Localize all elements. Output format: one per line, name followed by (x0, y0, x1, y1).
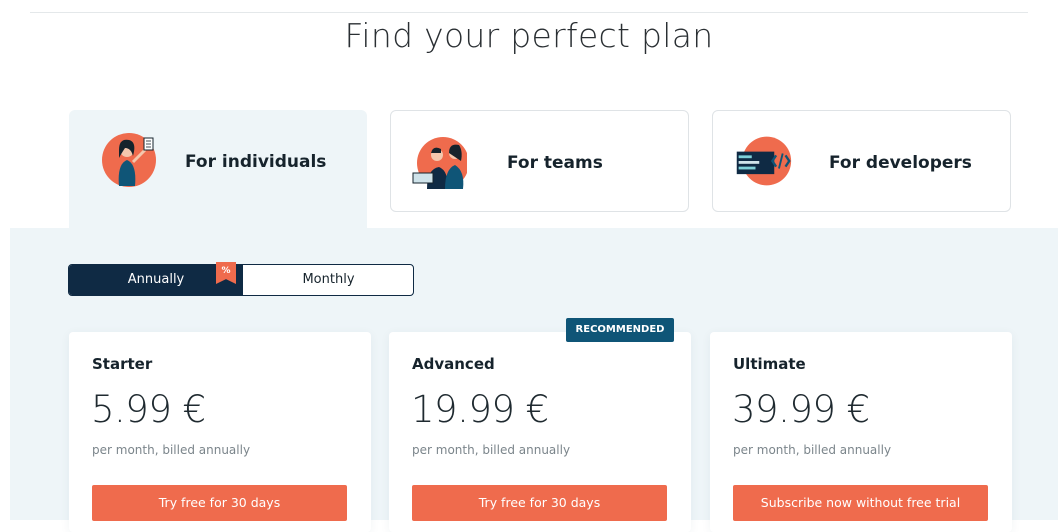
page-title: Find your perfect plan (344, 16, 714, 55)
developer-illustration-icon (736, 136, 792, 186)
plan-card-advanced: Advanced 19.99 € per month, billed annua… (389, 332, 691, 532)
plan-name: Ultimate (733, 355, 806, 373)
subscribe-now-button[interactable]: Subscribe now without free trial (733, 485, 988, 521)
recommended-badge: RECOMMENDED (566, 318, 674, 342)
tab-individuals[interactable]: For individuals (69, 110, 367, 230)
try-free-button[interactable]: Try free for 30 days (412, 485, 667, 521)
billing-toggle: Annually Monthly (68, 264, 414, 296)
tab-teams[interactable]: For teams (390, 110, 689, 212)
tab-label: For individuals (185, 152, 327, 172)
plan-card-starter: Starter 5.99 € per month, billed annuall… (69, 332, 371, 532)
plan-billing-note: per month, billed annually (412, 443, 571, 457)
plan-name: Advanced (412, 355, 495, 373)
try-free-button[interactable]: Try free for 30 days (92, 485, 347, 521)
tab-label: For teams (507, 153, 603, 173)
tab-label: For developers (829, 153, 972, 173)
team-illustration-icon (412, 137, 467, 189)
toggle-monthly[interactable]: Monthly (243, 265, 413, 295)
plan-price: 19.99 € (411, 388, 549, 431)
tab-developers[interactable]: For developers (712, 110, 1011, 212)
plan-price: 39.99 € (732, 388, 870, 431)
plan-price: 5.99 € (91, 388, 206, 431)
plan-card-ultimate: Ultimate 39.99 € per month, billed annua… (710, 332, 1012, 532)
top-divider (30, 12, 1028, 13)
individual-illustration-icon (102, 133, 156, 187)
plan-name: Starter (92, 355, 153, 373)
plan-billing-note: per month, billed annually (92, 443, 251, 457)
plan-billing-note: per month, billed annually (733, 443, 892, 457)
